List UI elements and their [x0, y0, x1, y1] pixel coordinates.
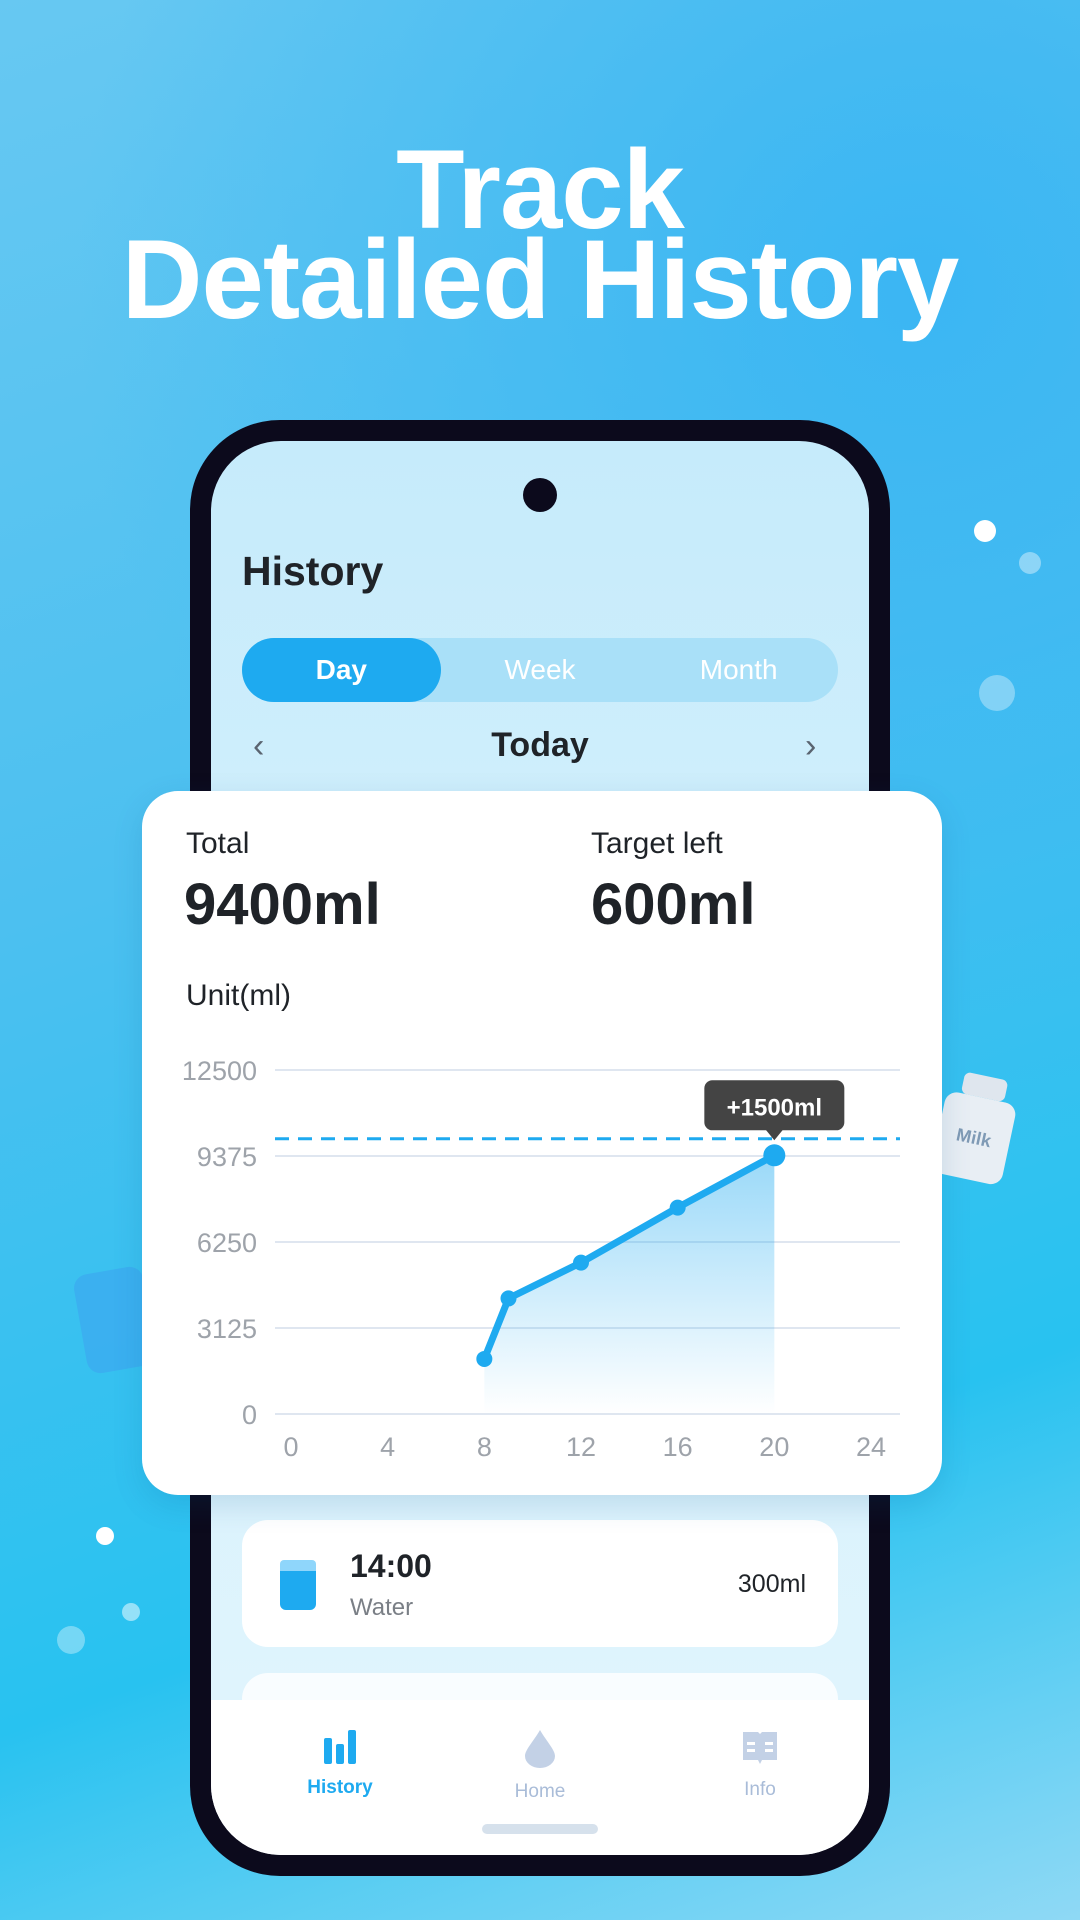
entry-type: Water — [350, 1594, 414, 1621]
x-tick-label: 16 — [663, 1432, 693, 1462]
bubble-decoration — [96, 1527, 114, 1545]
summary-chart-card: Total 9400ml Target left 600ml Unit(ml) … — [142, 791, 942, 1495]
y-tick-label: 12500 — [182, 1056, 257, 1086]
area-fill — [484, 1155, 775, 1414]
page-title: History — [242, 548, 384, 594]
milk-carton-icon: Milk — [929, 1069, 1022, 1187]
period-label: Today — [491, 726, 589, 764]
x-tick-label: 4 — [380, 1432, 395, 1462]
data-point — [763, 1144, 786, 1167]
headline-line2: Detailed History — [121, 217, 960, 342]
intake-line-chart: 0 3125 6250 9375 12500 0 4 8 12 16 20 24 +1500ml — [182, 1056, 900, 1462]
book-icon — [743, 1732, 777, 1764]
chevron-right-icon[interactable]: › — [805, 727, 816, 766]
home-indicator[interactable] — [482, 1824, 598, 1834]
bubble-decoration — [979, 675, 1015, 711]
tab-day[interactable]: Day — [242, 638, 441, 702]
bubble-decoration — [57, 1626, 85, 1654]
y-tick-label: 3125 — [197, 1314, 257, 1344]
water-glass-icon — [280, 1560, 316, 1610]
x-tick-label: 12 — [566, 1432, 596, 1462]
data-point — [573, 1254, 589, 1271]
x-tick-label: 8 — [477, 1432, 492, 1462]
y-tick-label: 0 — [242, 1400, 257, 1430]
bubble-decoration — [974, 520, 996, 542]
milk-label: Milk — [929, 1090, 1018, 1187]
entry-amount: 300ml — [737, 1570, 806, 1598]
tab-week[interactable]: Week — [441, 638, 640, 702]
x-tick-label: 20 — [759, 1432, 789, 1462]
nav-history[interactable]: History — [260, 1730, 420, 1799]
tooltip-text: +1500ml — [727, 1094, 822, 1121]
tab-month[interactable]: Month — [639, 638, 838, 702]
bottom-nav: History Home Info — [211, 1700, 869, 1855]
x-tick-label: 0 — [283, 1432, 298, 1462]
nav-label: Info — [744, 1779, 776, 1800]
bubble-decoration — [1019, 552, 1041, 574]
bar-chart-icon — [324, 1730, 356, 1764]
period-tabs: Day Week Month — [242, 638, 838, 702]
y-tick-label: 9375 — [197, 1142, 257, 1172]
nav-info[interactable]: Info — [680, 1730, 840, 1801]
nav-label: Home — [514, 1781, 566, 1802]
camera-cutout — [523, 478, 557, 512]
y-tick-label: 6250 — [197, 1228, 257, 1258]
bubble-decoration — [122, 1603, 140, 1621]
data-point — [500, 1290, 517, 1307]
data-point — [669, 1199, 686, 1216]
water-drop-icon — [525, 1730, 555, 1768]
x-tick-label: 24 — [856, 1432, 886, 1462]
data-point — [476, 1350, 493, 1367]
entry-time: 14:00 — [350, 1548, 432, 1584]
nav-label: History — [307, 1777, 373, 1798]
nav-home[interactable]: Home — [460, 1730, 620, 1803]
list-item[interactable]: 14:00 Water 300ml — [242, 1520, 838, 1647]
